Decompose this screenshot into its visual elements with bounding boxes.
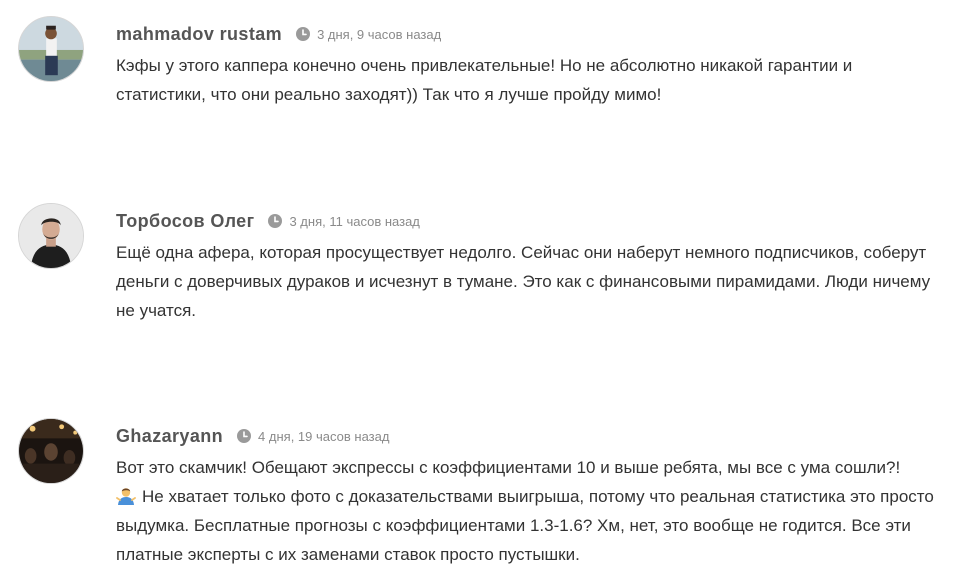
author-name[interactable]: Торбосов Олег bbox=[116, 211, 254, 232]
comment-text: Вот это скамчик! Обещают экспрессы с коэ… bbox=[116, 453, 946, 569]
clock-icon bbox=[296, 27, 311, 41]
user-photo-icon bbox=[19, 419, 83, 483]
clock-icon bbox=[237, 429, 252, 443]
avatar[interactable] bbox=[18, 418, 84, 484]
comment-timestamp[interactable]: 4 дня, 19 часов назад bbox=[258, 429, 389, 444]
comment-timestamp[interactable]: 3 дня, 11 часов назад bbox=[289, 214, 419, 229]
comment-text-line: Вот это скамчик! Обещают экспрессы с коэ… bbox=[116, 458, 901, 477]
user-photo-icon bbox=[19, 17, 83, 81]
user-photo-icon bbox=[19, 204, 83, 268]
comment-text: Кэфы у этого каппера конечно очень привл… bbox=[116, 56, 853, 104]
comment-header: mahmadov rustam 3 дня, 9 часов назад bbox=[116, 22, 441, 46]
comment-header: Торбосов Олег 3 дня, 11 часов назад bbox=[116, 209, 420, 233]
comment-text-continued: Не хватает только фото с доказательствам… bbox=[116, 487, 934, 564]
comment-timestamp[interactable]: 3 дня, 9 часов назад bbox=[317, 27, 441, 42]
avatar[interactable] bbox=[18, 16, 84, 82]
author-name[interactable]: mahmadov rustam bbox=[116, 24, 282, 45]
avatar[interactable] bbox=[18, 203, 84, 269]
person-shrugging-emoji-icon bbox=[116, 486, 136, 506]
comment-header: Ghazaryann 4 дня, 19 часов назад bbox=[116, 424, 389, 448]
comment-text: Ещё одна афера, которая просуществует не… bbox=[116, 243, 931, 320]
clock-icon bbox=[268, 214, 283, 228]
author-name[interactable]: Ghazaryann bbox=[116, 426, 223, 447]
